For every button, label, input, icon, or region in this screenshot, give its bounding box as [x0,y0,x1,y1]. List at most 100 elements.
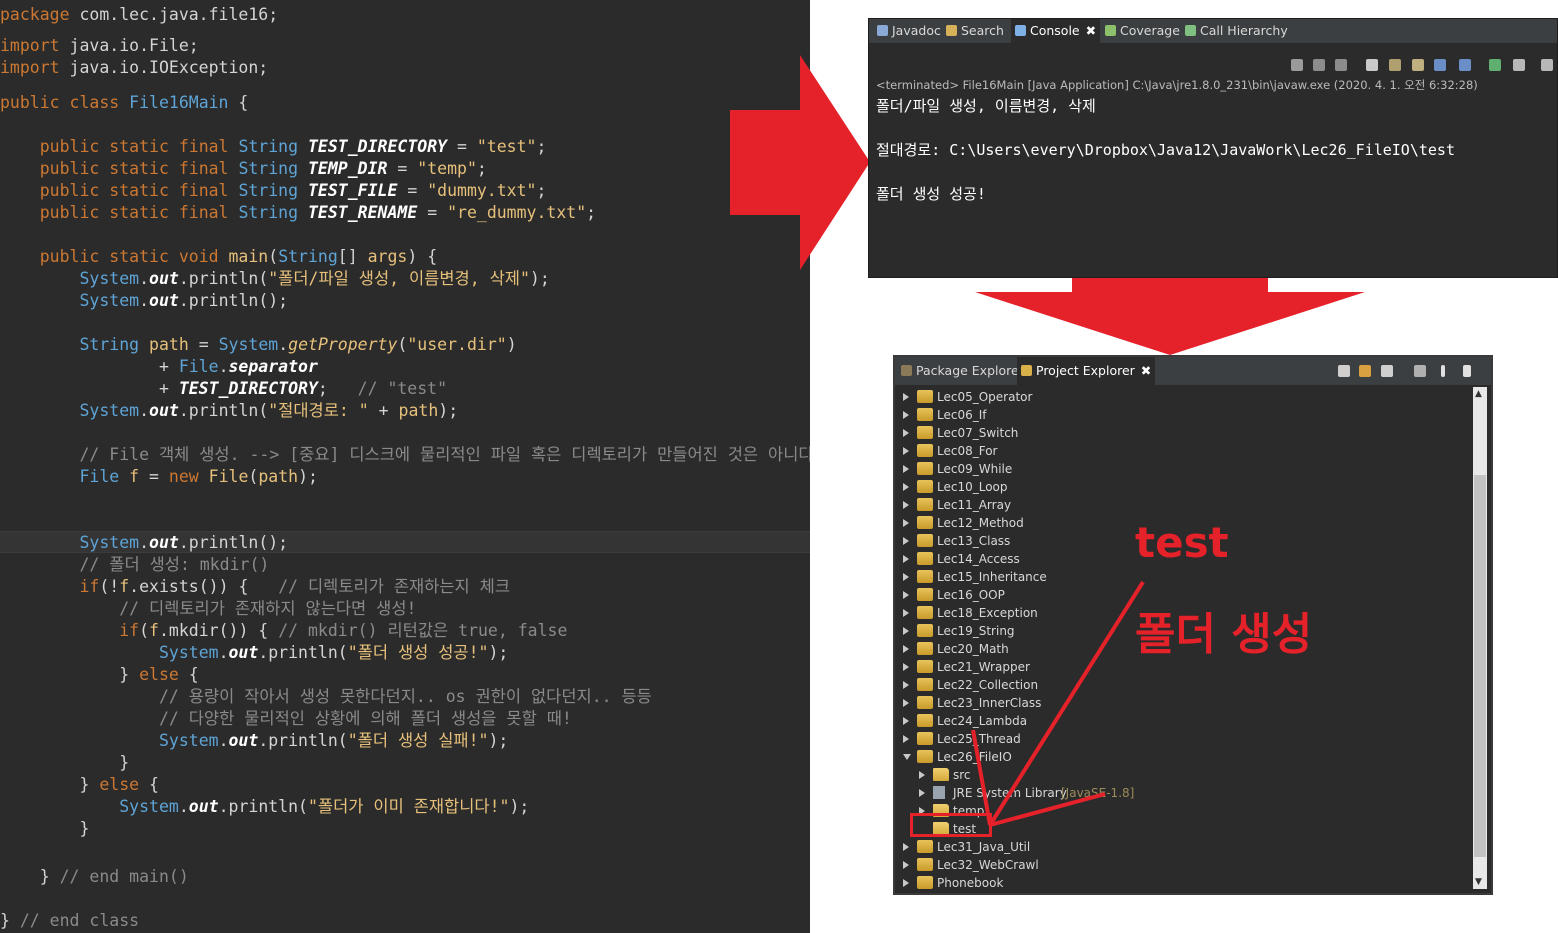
tree-item-label: Lec16_OOP [937,588,1005,602]
tree-item[interactable]: Lec32_WebCrawl [899,856,1459,874]
scroll-down-icon[interactable]: ▼ [1475,877,1482,887]
vertical-scrollbar[interactable]: ▲ ▼ [1473,387,1487,889]
chevron-right-icon[interactable] [903,681,909,689]
show-on-error-icon[interactable] [1459,59,1471,71]
word-wrap-icon[interactable] [1412,59,1424,71]
tree-item[interactable]: Lec24_Lambda [899,712,1459,730]
chevron-right-icon[interactable] [919,771,925,779]
code-editor[interactable]: package com.lec.java.file16; import java.… [0,0,810,933]
clear-console-icon[interactable] [1366,59,1378,71]
code-token: } [0,753,130,772]
tree-item[interactable]: src [899,766,1459,784]
chevron-right-icon[interactable] [903,843,909,851]
open-console-icon[interactable] [1541,59,1553,71]
code-token: .println(); [178,291,289,310]
code-line: public static final String TEMP_DIR = "t… [0,158,487,180]
tree-item[interactable]: Lec07_Switch [899,424,1459,442]
code-token: . [218,357,229,376]
tab-search[interactable]: Search [946,19,1004,43]
view-menu-icon[interactable] [1441,365,1445,377]
chevron-right-icon[interactable] [903,699,909,707]
scrollbar-thumb[interactable] [1474,475,1486,857]
tab-package-explorer[interactable]: Package Explorer [901,357,1024,385]
chevron-right-icon[interactable] [903,447,909,455]
project-folder-icon [917,876,933,889]
tree-item[interactable]: Lec26_FileIO [899,748,1459,766]
terminate-icon[interactable] [1291,59,1303,71]
tree-item[interactable]: Lec06_If [899,406,1459,424]
chevron-right-icon[interactable] [903,465,909,473]
code-token: .println( [178,269,269,288]
show-on-output-icon[interactable] [1434,59,1446,71]
tree-item[interactable]: Lec05_Operator [899,388,1459,406]
chevron-right-icon[interactable] [903,609,909,617]
tab-project-explorer[interactable]: Project Explorer ✖ [1017,357,1156,385]
chevron-right-icon[interactable] [903,627,909,635]
tab-call-hierarchy[interactable]: Call Hierarchy [1185,19,1288,43]
chevron-right-icon[interactable] [903,537,909,545]
scroll-up-icon[interactable]: ▲ [1475,389,1482,399]
tree-item-label: Lec24_Lambda [937,714,1028,728]
chevron-right-icon[interactable] [903,555,909,563]
tab-console[interactable]: Console ✖ [1011,19,1101,43]
tree-item[interactable]: Lec15_Inheritance [899,568,1459,586]
tree-item[interactable]: Lec08_For [899,442,1459,460]
close-icon[interactable]: ✖ [1141,363,1151,378]
chevron-right-icon[interactable] [903,663,909,671]
code-line: if(!f.exists()) { // 디렉토리가 존재하는지 체크 [0,576,510,598]
focus-icon[interactable] [1414,365,1426,377]
code-line: System.out.println("폴더 생성 성공!"); [0,642,508,664]
tab-coverage[interactable]: Coverage [1105,19,1180,43]
chevron-right-icon[interactable] [903,591,909,599]
tree-item[interactable]: Lec31_Java_Util [899,838,1459,856]
code-token: File [178,357,219,376]
tree-item[interactable]: Lec09_While [899,460,1459,478]
tab-javadoc[interactable]: Javadoc [877,19,941,43]
chevron-right-icon[interactable] [903,879,909,887]
tree-item[interactable]: Lec23_InnerClass [899,694,1459,712]
chevron-right-icon[interactable] [903,483,909,491]
remove-launch-icon[interactable] [1313,59,1325,71]
close-icon[interactable]: ✖ [1086,23,1096,38]
link-with-editor-icon[interactable] [1359,365,1371,377]
filter-icon[interactable] [1381,365,1393,377]
chevron-right-icon[interactable] [903,429,909,437]
code-token: System [158,731,219,750]
annotation-word: test [1135,518,1229,567]
display-console-icon[interactable] [1513,59,1525,71]
chevron-right-icon[interactable] [903,519,909,527]
code-line: // 디렉토리가 존재하지 않는다면 생성! [0,598,416,620]
code-line: File f = new File(path); [0,466,318,488]
code-token: ; [476,159,487,178]
code-token: // mkdir() 리턴값은 true, false [278,621,568,640]
chevron-right-icon[interactable] [903,501,909,509]
pin-console-icon[interactable] [1489,59,1501,71]
chevron-right-icon[interactable] [903,861,909,869]
chevron-right-icon[interactable] [903,393,909,401]
tree-item[interactable]: Lec10_Loop [899,478,1459,496]
tree-item-label: Lec22_Collection [937,678,1039,692]
chevron-right-icon[interactable] [903,735,909,743]
tree-item[interactable]: Lec22_Collection [899,676,1459,694]
tree-item[interactable]: Phonebook [899,874,1459,892]
code-line: public static void main(String[] args) { [0,246,437,268]
tree-item-label: Lec20_Math [937,642,1009,656]
tree-item[interactable]: Lec11_Array [899,496,1459,514]
remove-all-icon[interactable] [1335,59,1347,71]
code-token: TEST_RENAME [307,203,418,222]
chevron-right-icon[interactable] [903,573,909,581]
chevron-right-icon[interactable] [903,645,909,653]
collapse-all-icon[interactable] [1338,365,1350,377]
tree-item[interactable]: Lec25_Thread [899,730,1459,748]
chevron-right-icon[interactable] [903,717,909,725]
chevron-down-icon[interactable] [903,754,911,760]
chevron-right-icon[interactable] [903,411,909,419]
minimize-icon[interactable] [1463,365,1471,377]
tree-item[interactable]: JRE System Library [JavaSE-1.8] [899,784,1459,802]
chevron-right-icon[interactable] [919,789,925,797]
scroll-lock-icon[interactable] [1389,59,1401,71]
right-arrow [730,55,870,270]
